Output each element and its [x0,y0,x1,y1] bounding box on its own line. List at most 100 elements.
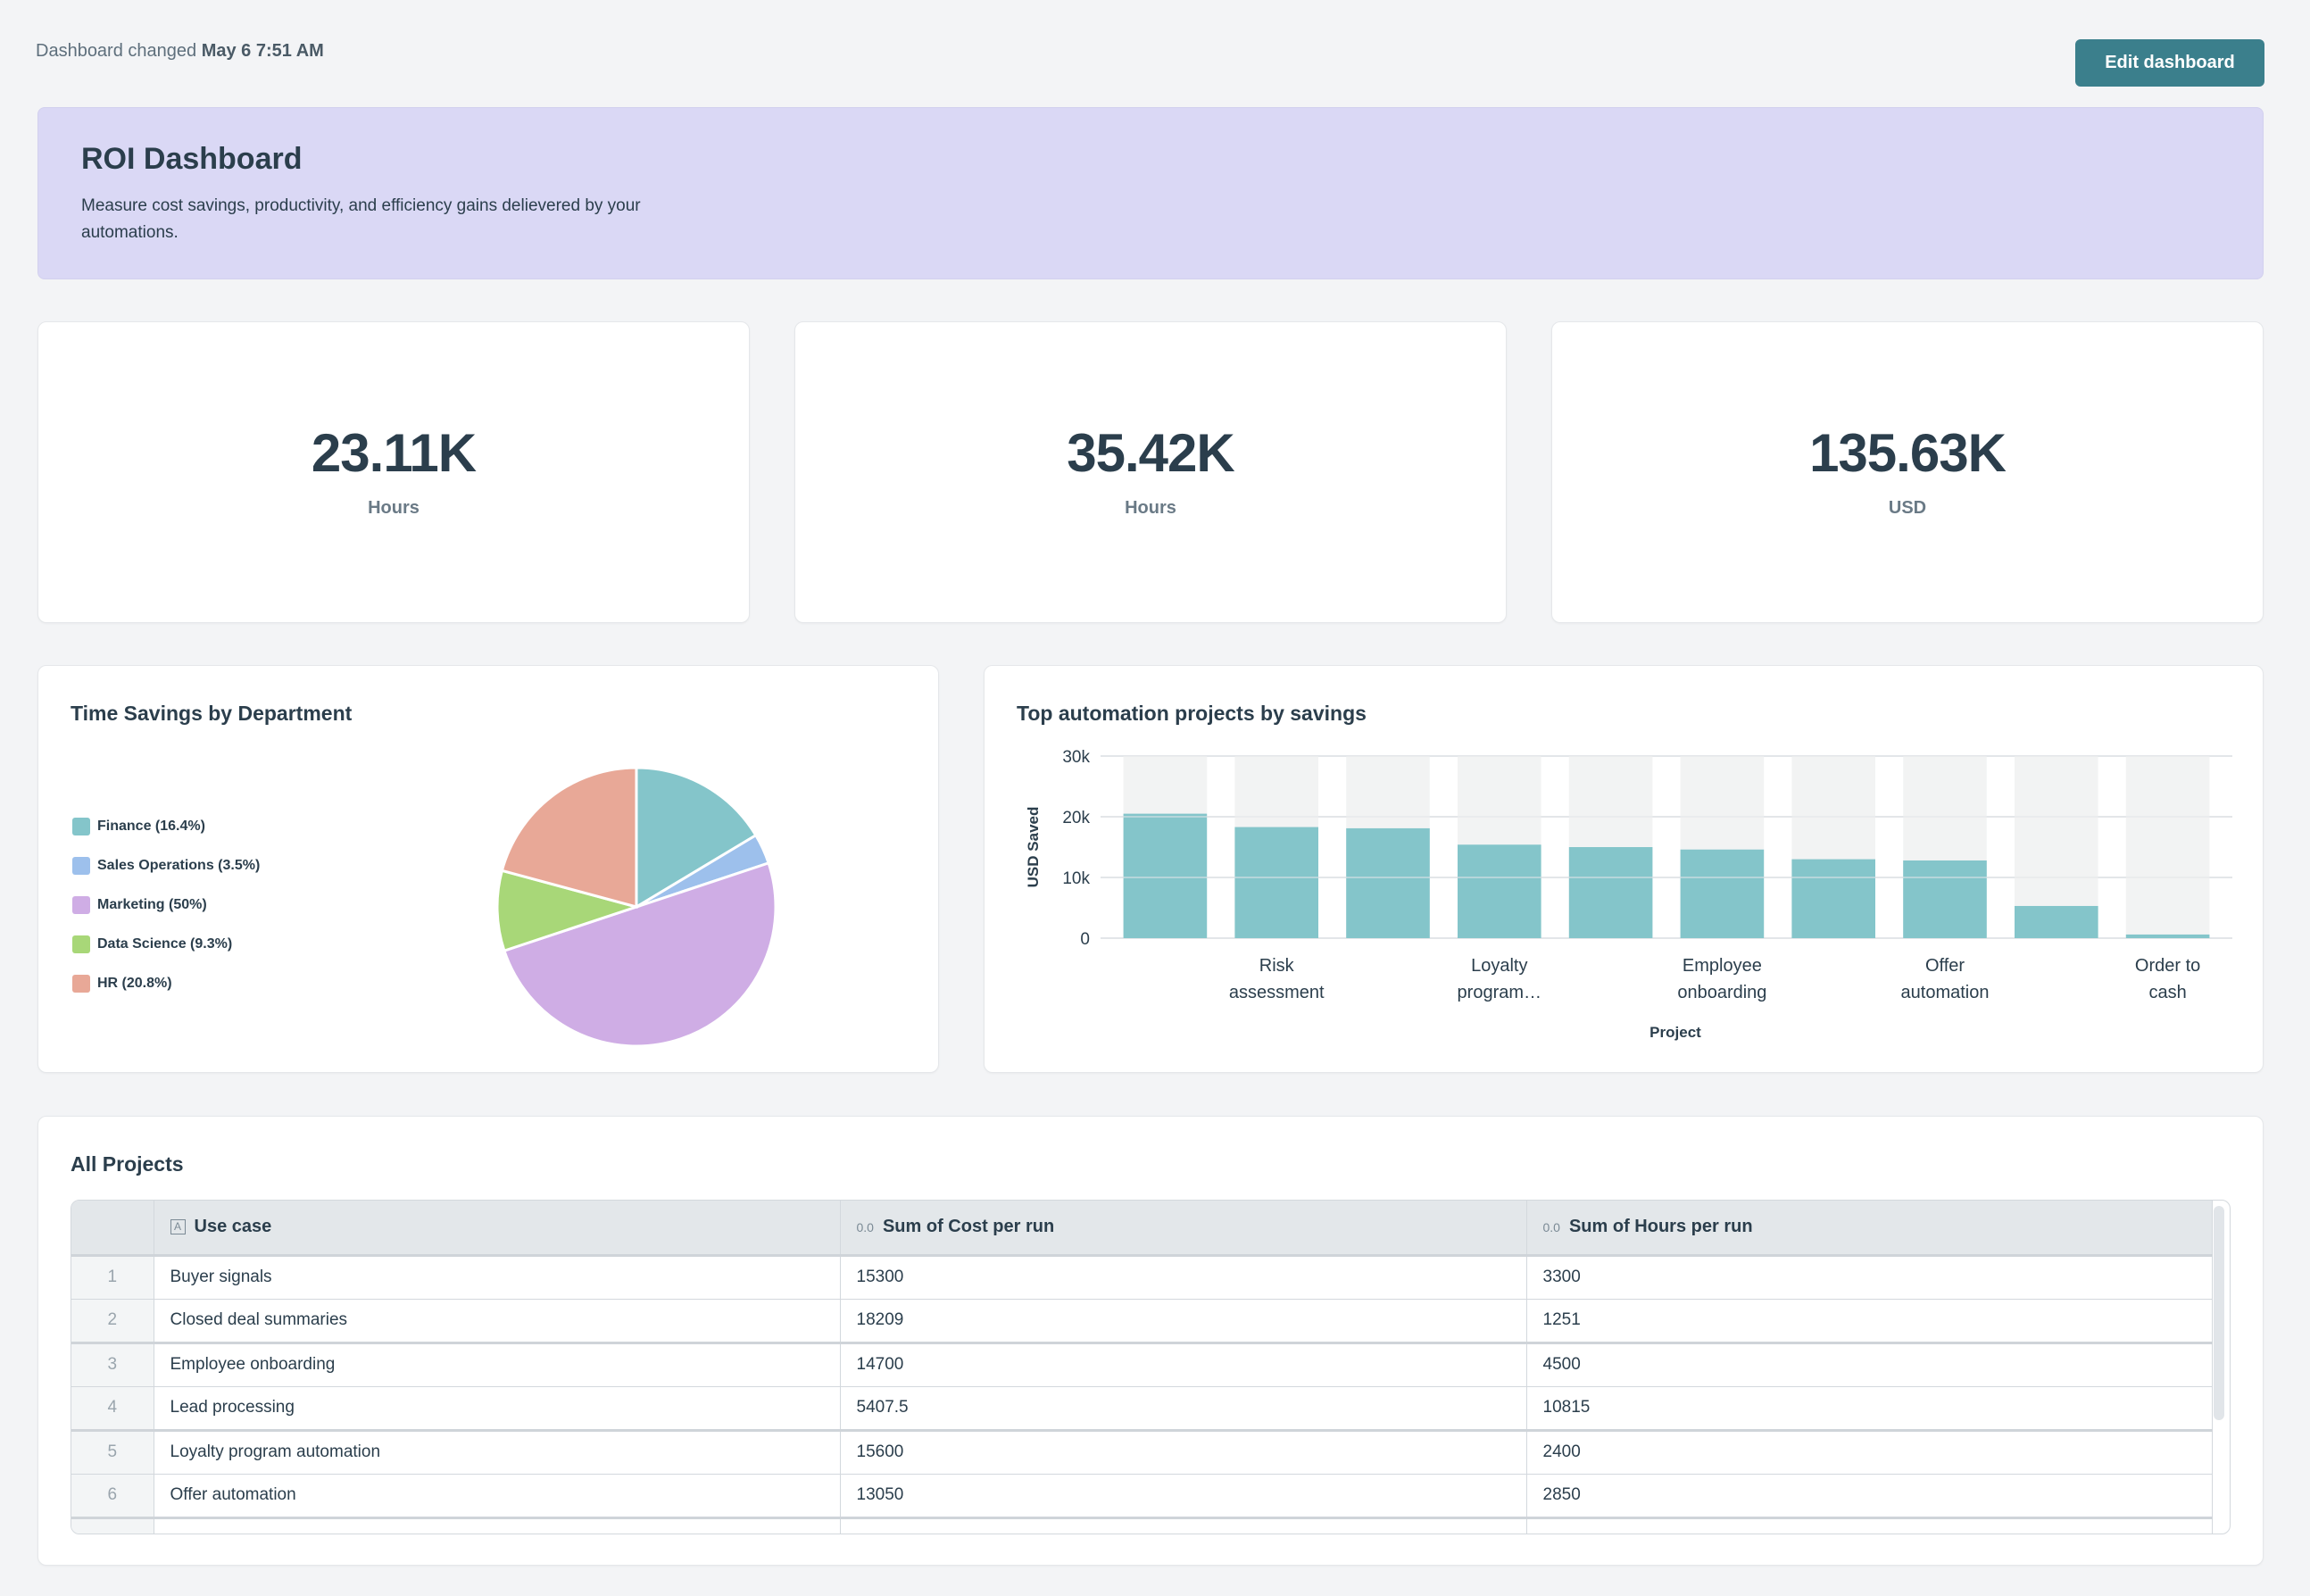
pie-chart-card: Time Savings by Department Finance (16.4… [37,665,939,1073]
table-row[interactable]: 5 Loyalty program automation 15600 2400 [71,1430,2213,1475]
kpi-unit: USD [1888,497,1927,518]
legend-item-sales-operations[interactable]: Sales Operations (3.5%) [72,846,260,885]
bar[interactable] [1346,827,1430,938]
kpi-card-usd: 135.63K USD [1551,321,2264,623]
x-tick-label: Order to cash [2135,956,2200,1002]
column-header-use-case[interactable]: A Use case [154,1201,841,1257]
changed-timestamp: May 6 7:51 AM [201,41,324,61]
table-row[interactable]: 6 Offer automation 13050 2850 [71,1474,2213,1519]
cell-use-case: Buyer signals [154,1255,841,1300]
kpi-unit: Hours [1125,497,1176,518]
kpi-card-hours-2: 35.42K Hours [794,321,1507,623]
cell-cost [840,1517,1527,1534]
table-header-row: A Use case 0.0 Sum of Cost per run 0.0 Sum … [71,1201,2213,1257]
cell-use-case: Employee onboarding [154,1342,841,1387]
y-tick-label: 20k [1062,809,1090,827]
cell-hours: 3300 [1526,1255,2213,1300]
table-row[interactable]: 4 Lead processing 5407.5 10815 [71,1386,2213,1432]
legend-label: Sales Operations (3.5%) [97,858,261,873]
cell-use-case: Lead processing [154,1386,841,1432]
bar[interactable] [1903,860,1987,938]
bar-track [2125,756,2210,938]
bar[interactable] [1680,849,1765,938]
dashboard-changed-info: Dashboard changed May 6 7:51 AM [36,41,324,62]
cell-hours: 2850 [1526,1474,2213,1519]
kpi-value: 135.63K [1809,422,2007,483]
legend-swatch [72,857,90,875]
legend-swatch [72,818,90,835]
kpi-card-hours-1: 23.11K Hours [37,321,750,623]
row-number: 3 [71,1342,154,1387]
row-number [71,1517,154,1534]
legend-item-hr[interactable]: HR (20.8%) [72,964,260,1003]
cell-use-case: Closed deal summaries [154,1299,841,1344]
number-type-icon: 0.0 [856,1219,874,1234]
changed-label: Dashboard changed [36,41,197,61]
legend-item-marketing[interactable]: Marketing (50%) [72,885,260,925]
column-label: Use case [194,1217,272,1237]
bar[interactable] [1568,847,1653,938]
x-axis-label: Project [1649,1024,1701,1041]
row-number: 2 [71,1299,154,1344]
page-title: ROI Dashboard [81,142,303,176]
legend-swatch [72,896,90,914]
cell-cost: 15600 [840,1430,1527,1475]
all-projects-card: All Projects A Use case 0.0 Sum of Cost pe… [37,1116,2264,1566]
legend-label: Data Science (9.3%) [97,936,233,952]
row-number: 4 [71,1386,154,1432]
legend-label: HR (20.8%) [97,976,172,991]
y-axis-label: USD Saved [1025,807,1042,888]
bar-chart: 0 10k 20k 30k Risk assessment Loyalty program… E… [1025,748,2232,1041]
cell-cost: 14700 [840,1342,1527,1387]
column-label: Sum of Hours per run [1568,1217,1753,1237]
projects-table: A Use case 0.0 Sum of Cost per run 0.0 Sum … [71,1201,2213,1534]
table-title: All Projects [71,1152,184,1176]
table-row[interactable] [71,1517,2213,1534]
cell-hours: 10815 [1526,1386,2213,1432]
row-number: 6 [71,1474,154,1519]
cell-cost: 15300 [840,1255,1527,1300]
row-number: 5 [71,1430,154,1475]
legend-swatch [72,975,90,993]
column-header-hours[interactable]: 0.0 Sum of Hours per run [1526,1201,2213,1257]
legend-label: Finance (16.4%) [97,819,205,834]
kpi-value: 23.11K [311,422,477,483]
bar[interactable] [1458,844,1541,938]
x-tick-label: Loyalty program… [1458,956,1541,1002]
dashboard-banner: ROI Dashboard Measure cost savings, prod… [37,107,2264,279]
table-row[interactable]: 1 Buyer signals 15300 3300 [71,1255,2213,1300]
legend-label: Marketing (50%) [97,897,207,912]
table-scrollbar[interactable] [2214,1206,2224,1420]
legend-swatch [72,935,90,953]
cell-cost: 5407.5 [840,1386,1527,1432]
projects-table-container: A Use case 0.0 Sum of Cost per run 0.0 Sum … [71,1200,2231,1534]
cell-hours: 1251 [1526,1299,2213,1344]
cell-cost: 18209 [840,1299,1527,1344]
cell-use-case: Loyalty program automation [154,1430,841,1475]
bar-chart-card: Top automation projects by savings 0 10k 2… [984,665,2264,1073]
pie-chart [495,766,777,1048]
text-type-icon: A [170,1219,186,1235]
bar[interactable] [2015,905,2098,938]
cell-hours: 4500 [1526,1342,2213,1387]
bar[interactable] [1234,827,1318,938]
legend-item-data-science[interactable]: Data Science (9.3%) [72,925,260,964]
y-tick-label: 0 [1080,930,1090,949]
pie-legend: Finance (16.4%) Sales Operations (3.5%) Ma… [72,807,260,1003]
number-type-icon: 0.0 [1542,1219,1560,1234]
edit-dashboard-button[interactable]: Edit dashboard [2075,39,2264,87]
column-header-cost[interactable]: 0.0 Sum of Cost per run [840,1201,1527,1257]
y-tick-label: 10k [1062,869,1090,888]
pie-chart-title: Time Savings by Department [71,702,353,725]
legend-item-finance[interactable]: Finance (16.4%) [72,807,260,846]
y-tick-label: 30k [1062,748,1090,767]
table-row[interactable]: 2 Closed deal summaries 18209 1251 [71,1299,2213,1344]
kpi-value: 35.42K [1067,422,1234,483]
bar[interactable] [2125,934,2210,938]
column-label: Sum of Cost per run [882,1217,1055,1237]
kpi-unit: Hours [368,497,420,518]
x-tick-label: Risk assessment [1229,956,1325,1002]
table-row[interactable]: 3 Employee onboarding 14700 4500 [71,1342,2213,1387]
bar[interactable] [1791,859,1875,938]
bar[interactable] [1123,813,1208,938]
